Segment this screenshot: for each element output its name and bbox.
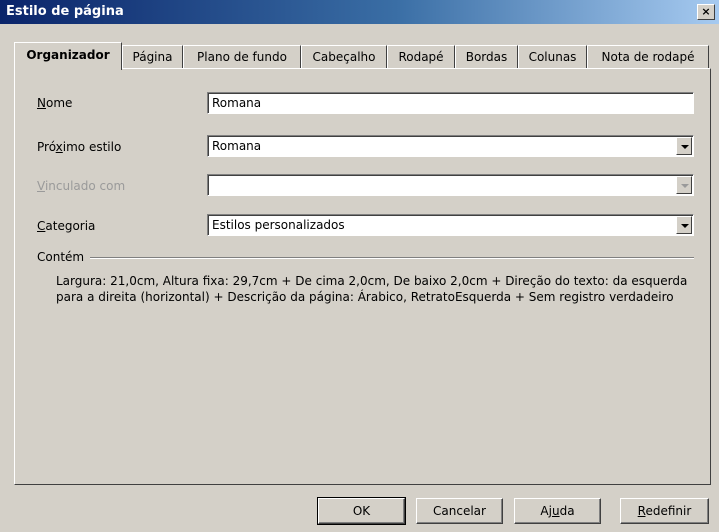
ok-button[interactable]: OK — [317, 497, 406, 525]
tab-page[interactable]: Página — [122, 45, 183, 69]
linked-with-label: Vinculado com — [37, 179, 126, 193]
tab-header[interactable]: Cabeçalho — [301, 45, 387, 69]
cancel-button[interactable]: Cancelar — [416, 498, 503, 524]
next-style-dropdown[interactable]: Romana — [207, 135, 694, 157]
reset-button[interactable]: Redefinir — [620, 498, 709, 524]
contains-heading: Contém — [37, 250, 85, 264]
tab-borders[interactable]: Bordas — [455, 45, 518, 69]
contains-description: Largura: 21,0cm, Altura fixa: 29,7cm + D… — [56, 274, 688, 304]
name-label: Nome — [37, 96, 73, 110]
dialog-title: Estilo de página — [6, 4, 124, 19]
category-label: Categoria — [37, 219, 96, 233]
contains-divider — [90, 257, 694, 259]
close-button[interactable]: × — [697, 4, 715, 20]
chevron-down-icon — [676, 176, 692, 194]
tab-footnote[interactable]: Nota de rodapé — [587, 45, 709, 69]
tab-background[interactable]: Plano de fundo — [183, 45, 301, 69]
tab-columns[interactable]: Colunas — [518, 45, 587, 69]
page-style-dialog: Estilo de página × Organizador Página Pl… — [0, 0, 719, 532]
name-input[interactable]: Romana — [207, 92, 694, 114]
chevron-down-icon[interactable] — [676, 137, 692, 155]
next-style-label: Próximo estilo — [37, 140, 122, 154]
tab-organizer[interactable]: Organizador — [14, 42, 122, 70]
help-button[interactable]: Ajuda — [514, 498, 601, 524]
tab-footer[interactable]: Rodapé — [387, 45, 455, 69]
title-bar[interactable]: Estilo de página × — [0, 0, 719, 24]
linked-with-dropdown — [207, 174, 694, 196]
category-dropdown[interactable]: Estilos personalizados — [207, 214, 694, 236]
close-icon: × — [701, 5, 711, 18]
chevron-down-icon[interactable] — [676, 216, 692, 234]
